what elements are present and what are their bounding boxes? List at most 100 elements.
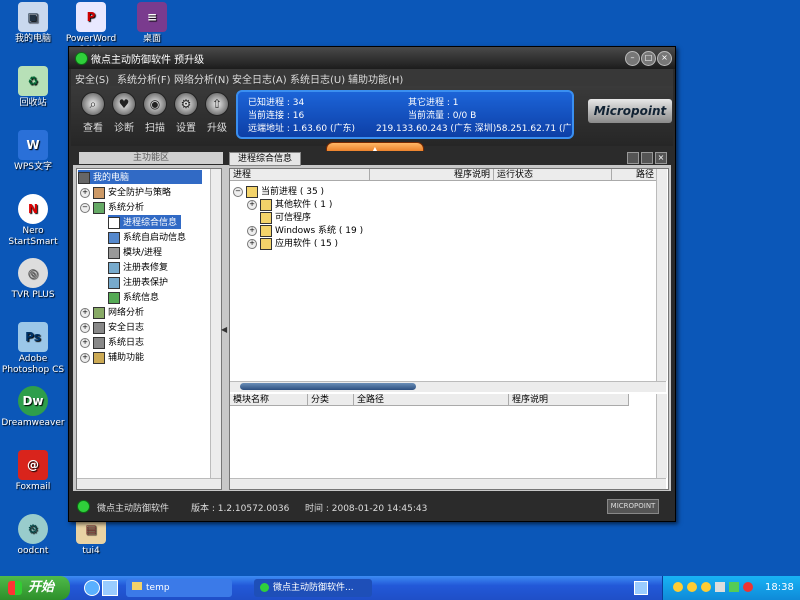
column-full-path[interactable]: 全路径 [354, 394, 509, 406]
tray-qq-icon[interactable] [673, 582, 683, 592]
start-button[interactable]: 开始 [0, 576, 70, 600]
expand-icon[interactable]: + [80, 187, 90, 198]
panel-maximize-icon[interactable] [641, 152, 653, 164]
dreamweaver-icon: Dw [18, 386, 48, 416]
tree-item-registry-repair[interactable]: 注册表修复 [108, 260, 168, 274]
tab-process-info[interactable]: 进程综合信息 [229, 152, 301, 166]
settings-button[interactable]: ⚙ 设置 [170, 92, 202, 134]
tree-other-software[interactable]: + 其他软件 ( 1 ) [247, 197, 332, 211]
column-module-name[interactable]: 模块名称 [230, 394, 308, 406]
taskbar-item-temp[interactable]: temp [126, 579, 232, 597]
desktop-icon-photoshop[interactable]: Ps Adobe Photoshop CS [0, 322, 66, 376]
process-vertical-scrollbar[interactable] [656, 169, 667, 381]
desktop-icon-label: TVR PLUS [11, 290, 55, 300]
menu-system-log[interactable]: 系统日志(U) [290, 71, 345, 86]
desktop-icon-label: 回收站 [19, 98, 47, 108]
desktop-icon-nero[interactable]: N Nero StartSmart [0, 194, 66, 248]
left-vertical-scrollbar[interactable] [210, 169, 221, 478]
process-horizontal-scrollbar[interactable] [230, 381, 666, 392]
splitter-arrow-icon[interactable]: ◀ [221, 325, 227, 334]
remote-address-3: 58.251.62.71 (广 [496, 124, 572, 134]
tree-trusted-programs[interactable]: 可信程序 [260, 210, 311, 224]
expand-icon[interactable]: + [80, 337, 90, 348]
expand-icon[interactable]: + [80, 322, 90, 333]
scan-button[interactable]: ◉ 扫描 [139, 92, 171, 134]
taskbar-item-micropoint[interactable]: 微点主动防御软件... [254, 579, 372, 597]
column-program-description[interactable]: 程序说明 [509, 394, 629, 406]
heart-icon: ♥ [112, 92, 136, 116]
tree-item-system-analysis[interactable]: − 系统分析 [80, 200, 144, 214]
diagnose-button[interactable]: ♥ 诊断 [108, 92, 140, 134]
title-bar[interactable]: 微点主动防御软件 预升级 – □ × [69, 47, 675, 69]
status-info-panel: 已知进程 : 34 其它进程 : 1 当前连接 : 16 当前流量 : 0/0 … [236, 90, 574, 139]
desktop-icon-wps[interactable]: W WPS文字 [0, 130, 66, 173]
expand-icon[interactable]: + [80, 307, 90, 318]
module-horizontal-scrollbar[interactable] [230, 478, 666, 489]
desktop-icon-dreamweaver[interactable]: Dw Dreamweaver [0, 386, 66, 429]
desktop-icon-foxmail[interactable]: @ Foxmail [0, 450, 66, 493]
left-horizontal-scrollbar[interactable] [77, 478, 221, 489]
menu-tools[interactable]: 辅助功能(H) [348, 71, 403, 86]
desktop-icon-my-computer[interactable]: ▣ 我的电脑 [0, 2, 66, 45]
collapse-icon[interactable]: − [233, 186, 243, 197]
tray-qq-icon[interactable] [701, 582, 711, 592]
tree-item-system-log[interactable]: + 系统日志 [80, 335, 144, 349]
desktop-icon-tvr[interactable]: ◎ TVR PLUS [0, 258, 66, 301]
column-path[interactable]: 路径 [612, 169, 658, 181]
desktop-icon-label: Nero StartSmart [8, 226, 58, 247]
upgrade-button[interactable]: ⇧ 升级 [201, 92, 233, 134]
tray-volume-icon[interactable] [715, 582, 725, 592]
panel-close-icon[interactable]: × [655, 152, 667, 164]
micropoint-logo: Micropoint [588, 99, 672, 123]
tree-item-registry-protect[interactable]: 注册表保护 [108, 275, 168, 289]
status-app-name: 微点主动防御软件 [97, 504, 170, 514]
column-description[interactable]: 程序说明 [370, 169, 494, 181]
tree-item-tools[interactable]: + 辅助功能 [80, 350, 144, 364]
tree-label: 系统分析 [108, 203, 145, 213]
expand-icon[interactable]: + [80, 352, 90, 363]
column-status[interactable]: 运行状态 [494, 169, 612, 181]
tree-windows-system[interactable]: + Windows 系统 ( 19 ) [247, 223, 363, 237]
menu-system-analysis[interactable]: 系统分析(F) [117, 71, 171, 86]
tree-item-security-policy[interactable]: + 安全防护与策略 [80, 185, 171, 199]
tree-item-process-info[interactable]: 进程综合信息 [108, 215, 182, 229]
module-icon [108, 246, 120, 259]
column-process[interactable]: 进程 [230, 169, 370, 181]
scroll-thumb[interactable] [240, 383, 416, 390]
menu-security-log[interactable]: 安全日志(A) [232, 71, 287, 86]
tree-item-system-info[interactable]: 系统信息 [108, 290, 159, 304]
expand-icon[interactable]: + [247, 199, 257, 210]
tree-item-startup-info[interactable]: 系统自启动信息 [108, 230, 186, 244]
menu-security[interactable]: 安全(S) [75, 71, 109, 86]
menu-network-analysis[interactable]: 网络分析(N) [174, 71, 229, 86]
nero-icon: N [18, 194, 48, 224]
view-button[interactable]: ⌕ 查看 [77, 92, 109, 134]
tree-applications[interactable]: + 应用软件 ( 15 ) [247, 236, 338, 250]
module-vertical-scrollbar[interactable] [656, 394, 667, 478]
quicklaunch-desktop-icon[interactable] [102, 580, 118, 596]
desktop-icon-oodcnt[interactable]: ⚙ oodcnt [0, 514, 66, 557]
tree-current-processes[interactable]: − 当前进程 ( 35 ) [233, 184, 324, 198]
expand-icon[interactable]: + [247, 225, 257, 236]
tray-qq-icon[interactable] [687, 582, 697, 592]
folder-icon [260, 224, 272, 237]
taskbar-tray-toggle-icon[interactable] [634, 581, 648, 595]
minimize-button[interactable]: – [625, 51, 640, 66]
tray-security-icon[interactable] [743, 582, 753, 592]
maximize-button[interactable]: □ [641, 51, 656, 66]
wps-icon: W [18, 130, 48, 160]
expand-icon[interactable]: + [247, 238, 257, 249]
collapse-icon[interactable]: − [80, 202, 90, 213]
quicklaunch-ie-icon[interactable] [84, 580, 100, 596]
column-category[interactable]: 分类 [308, 394, 354, 406]
desktop-icon-recycle-bin[interactable]: ♻ 回收站 [0, 66, 66, 109]
tree-item-modules[interactable]: 模块/进程 [108, 245, 162, 259]
tray-network-icon[interactable] [729, 582, 739, 592]
tree-item-security-log[interactable]: + 安全日志 [80, 320, 144, 334]
desktop-icon-label: Dreamweaver [1, 418, 65, 428]
panel-restore-icon[interactable] [627, 152, 639, 164]
tree-item-network-analysis[interactable]: + 网络分析 [80, 305, 144, 319]
close-button[interactable]: × [657, 51, 672, 66]
desktop-icon-desktop[interactable]: ≡ 桌面 [119, 2, 185, 45]
tree-root-my-computer[interactable]: 我的电脑 [78, 170, 202, 184]
